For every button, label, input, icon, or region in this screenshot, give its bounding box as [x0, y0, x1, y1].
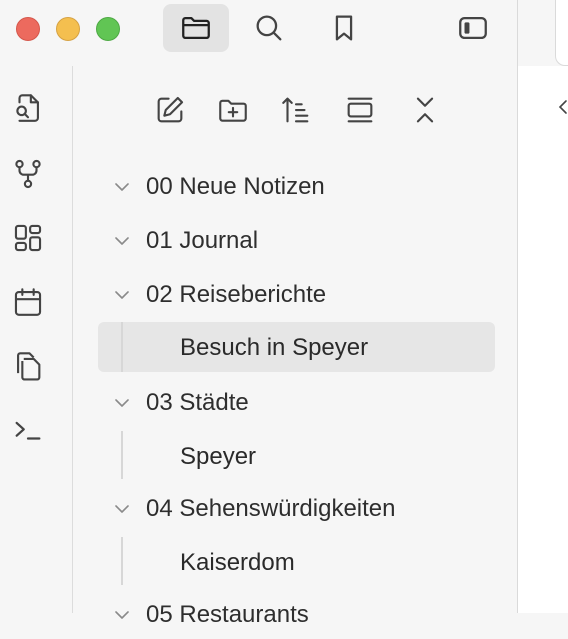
search-tab-button[interactable]	[236, 4, 302, 52]
minimize-window-button[interactable]	[56, 17, 80, 41]
file-label: Speyer	[180, 443, 257, 470]
folder-label: 02 Reiseberichte	[146, 281, 327, 308]
folder-00-neue-notizen[interactable]: 00 Neue Notizen	[98, 161, 495, 211]
folder-01-journal[interactable]: 01 Journal	[98, 215, 495, 265]
command-palette-icon	[15, 421, 41, 440]
zoom-window-button[interactable]	[96, 17, 120, 41]
file-speyer[interactable]: Speyer	[98, 431, 495, 481]
folder-03-staedte[interactable]: 03 Städte	[98, 377, 495, 427]
new-folder-icon	[219, 99, 247, 122]
chevron-down-icon[interactable]	[112, 499, 132, 519]
chevron-down-icon[interactable]	[112, 393, 132, 413]
folder-05-restaurants[interactable]: 05 Restaurants	[98, 589, 495, 639]
daily-note-icon	[14, 288, 42, 316]
file-kaiserdom[interactable]: Kaiserdom	[98, 537, 495, 587]
sort-icon	[282, 97, 309, 123]
editor-tab-edge	[555, 0, 568, 66]
quick-switcher-button[interactable]	[10, 90, 46, 126]
new-note-icon	[157, 96, 184, 123]
templates-icon	[17, 352, 41, 381]
close-window-button[interactable]	[16, 17, 40, 41]
templates-button[interactable]	[10, 348, 46, 384]
canvas-icon	[14, 224, 42, 252]
new-folder-button[interactable]	[213, 90, 253, 130]
files-tab-button[interactable]	[163, 4, 229, 52]
indent-guide	[121, 322, 123, 372]
bookmarks-tab-button[interactable]	[311, 4, 377, 52]
file-besuch-in-speyer[interactable]: Besuch in Speyer	[98, 322, 495, 372]
chevron-down-icon[interactable]	[112, 285, 132, 305]
sort-button[interactable]	[276, 90, 316, 130]
sidebar-toggle-icon	[459, 16, 487, 40]
folder-label: 01 Journal	[146, 227, 259, 254]
back-arrow-icon[interactable]	[556, 92, 568, 122]
quick-switcher-icon	[16, 94, 39, 122]
sidebar-toggle-button[interactable]	[440, 4, 506, 52]
graph-view-icon	[15, 159, 41, 189]
folder-02-reiseberichte[interactable]: 02 Reiseberichte	[98, 269, 495, 319]
canvas-button[interactable]	[10, 220, 46, 256]
folder-label: 03 Städte	[146, 389, 249, 416]
indent-guide	[121, 431, 123, 479]
folder-icon	[182, 16, 210, 40]
file-label: Besuch in Speyer	[180, 334, 369, 361]
daily-note-button[interactable]	[10, 284, 46, 320]
left-ribbon	[0, 66, 73, 613]
folder-label: 05 Restaurants	[146, 601, 309, 628]
auto-reveal-icon	[347, 97, 373, 123]
editor-pane[interactable]	[518, 66, 568, 613]
folder-04-sehenswuerdigkeiten[interactable]: 04 Sehenswürdigkeiten	[98, 483, 495, 533]
chevron-down-icon[interactable]	[112, 177, 132, 197]
auto-reveal-button[interactable]	[340, 90, 380, 130]
collapse-all-icon	[416, 97, 434, 123]
folder-label: 04 Sehenswürdigkeiten	[146, 495, 396, 522]
indent-guide	[121, 537, 123, 585]
chevron-down-icon[interactable]	[112, 231, 132, 251]
folder-label: 00 Neue Notizen	[146, 173, 325, 200]
graph-view-button[interactable]	[10, 156, 46, 192]
bookmark-icon	[335, 15, 353, 41]
new-note-button[interactable]	[150, 90, 190, 130]
file-label: Kaiserdom	[180, 549, 295, 576]
chevron-down-icon[interactable]	[112, 605, 132, 625]
collapse-all-button[interactable]	[405, 90, 445, 130]
search-icon	[256, 15, 282, 41]
command-palette-button[interactable]	[10, 412, 46, 448]
